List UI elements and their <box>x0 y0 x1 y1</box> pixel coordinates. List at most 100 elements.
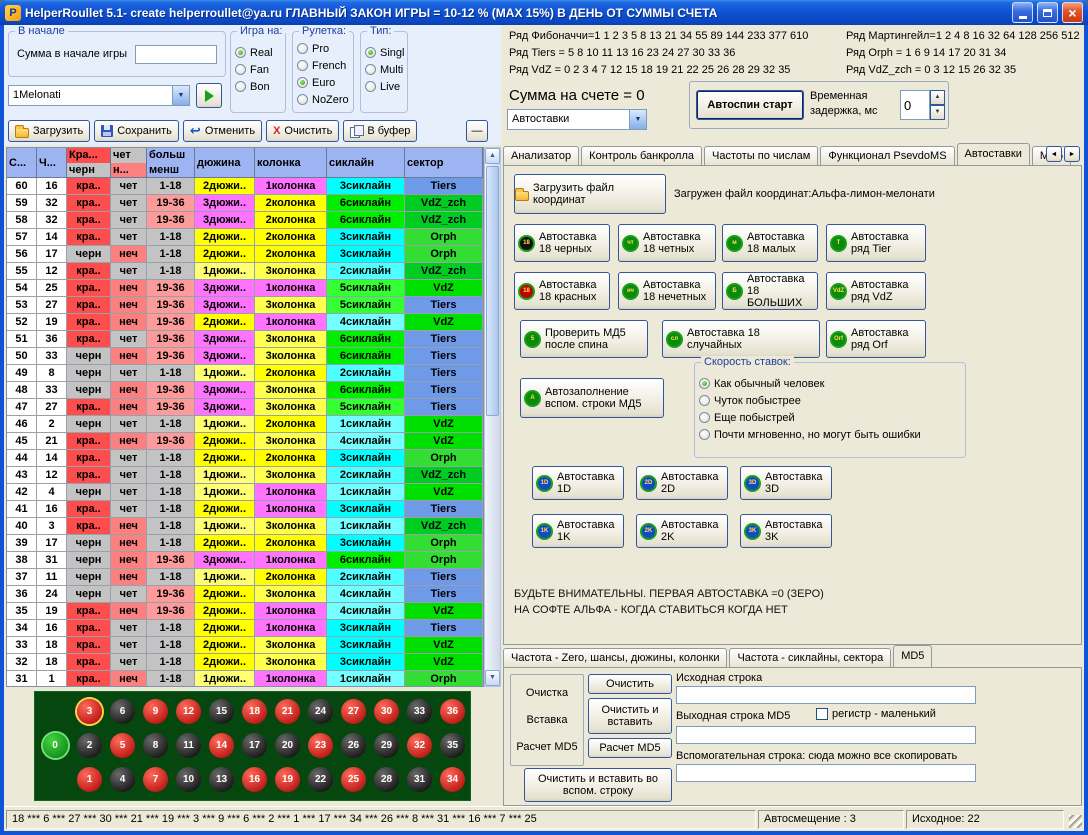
autobet-button[interactable]: ТАвтоставка ряд Tier <box>826 224 926 262</box>
vertical-scrollbar[interactable]: ▲ ▼ <box>484 147 501 687</box>
wheel-number-28[interactable]: 28 <box>374 767 399 792</box>
radio-option-4[interactable]: NoZero <box>293 91 353 108</box>
autobet-button[interactable]: 2KАвтоставка 2K <box>636 514 728 548</box>
radio-option-2[interactable]: French <box>293 57 353 74</box>
close-button[interactable]: × <box>1062 2 1083 23</box>
wheel-number-10[interactable]: 10 <box>176 767 201 792</box>
autobet-button[interactable]: VdZАвтоставка ряд VdZ <box>826 272 926 310</box>
wheel-number-27[interactable]: 27 <box>341 699 366 724</box>
wheel-number-8[interactable]: 8 <box>143 733 168 758</box>
wheel-number-31[interactable]: 31 <box>407 767 432 792</box>
wheel-number-9[interactable]: 9 <box>143 699 168 724</box>
wheel-number-0[interactable]: 0 <box>43 733 68 758</box>
toolbar-undo-button[interactable]: ↩Отменить <box>183 120 262 142</box>
autobet-button[interactable]: 2DАвтоставка 2D <box>636 466 728 500</box>
wheel-number-29[interactable]: 29 <box>374 733 399 758</box>
md5-clear-button[interactable]: Очистить <box>588 674 672 694</box>
autobet-button[interactable]: чтАвтоставка 18 четных <box>618 224 716 262</box>
radio-option-2[interactable]: Чуток побыстрее <box>695 392 965 409</box>
radio-option-3[interactable]: Live <box>361 78 407 95</box>
autobet-button[interactable]: 3KАвтоставка 3K <box>740 514 832 548</box>
tab-частоты-по-числам[interactable]: Частоты по числам <box>704 146 818 165</box>
chevron-down-icon[interactable]: ▼ <box>629 110 646 129</box>
md5-out-input[interactable] <box>676 726 976 744</box>
autofill-md5-button[interactable]: А Автозаполнение вспом. строки МД5 <box>520 378 664 418</box>
wheel-number-36[interactable]: 36 <box>440 699 465 724</box>
autobet-button[interactable]: БАвтоставка 18 БОЛЬШИХ <box>722 272 818 310</box>
radio-option-4[interactable]: Почти мгновенно, но могут быть ошибки <box>695 426 965 443</box>
wheel-number-21[interactable]: 21 <box>275 699 300 724</box>
autobet-button[interactable]: OrfАвтоставка ряд Orf <box>826 320 926 358</box>
radio-option-1[interactable]: Pro <box>293 40 353 57</box>
md5-source-input[interactable] <box>676 686 976 704</box>
autobet-button[interactable]: 3DАвтоставка 3D <box>740 466 832 500</box>
wheel-number-7[interactable]: 7 <box>143 767 168 792</box>
autobet-button[interactable]: нчАвтоставка 18 нечетных <box>618 272 716 310</box>
md5-clear-paste-button[interactable]: Очистить и вставить <box>588 698 672 734</box>
wheel-number-35[interactable]: 35 <box>440 733 465 758</box>
toolbar-save-button[interactable]: Сохранить <box>94 120 179 142</box>
autobet-button[interactable]: 5Проверить МД5 после спина <box>520 320 648 358</box>
wheel-number-13[interactable]: 13 <box>209 767 234 792</box>
load-coordinates-button[interactable]: Загрузить файл координат <box>514 174 666 214</box>
md5-aux-input[interactable] <box>676 764 976 782</box>
wheel-number-14[interactable]: 14 <box>209 733 234 758</box>
tab-автоставки[interactable]: Автоставки <box>957 143 1030 165</box>
autobet-button[interactable]: мАвтоставка 18 малых <box>722 224 818 262</box>
tab-частота-сиклайны-сектора[interactable]: Частота - сиклайны, сектора <box>729 648 891 667</box>
start-sum-input[interactable] <box>135 45 217 64</box>
minimize-button[interactable] <box>1012 2 1033 23</box>
radio-option-2[interactable]: Fan <box>231 61 285 78</box>
tab-анализатор[interactable]: Анализатор <box>503 146 579 165</box>
md5-paste-aux-button[interactable]: Очистить и вставить во вспом. строку <box>524 768 672 802</box>
wheel-number-22[interactable]: 22 <box>308 767 333 792</box>
delay-input[interactable] <box>900 90 930 120</box>
profile-combobox[interactable]: 1Melonati ▼ <box>8 85 190 106</box>
tab-scroll-right-button[interactable]: ► <box>1064 146 1080 162</box>
wheel-number-24[interactable]: 24 <box>308 699 333 724</box>
radio-option-3[interactable]: Bon <box>231 78 285 95</box>
play-button[interactable] <box>196 83 222 108</box>
scroll-thumb[interactable] <box>486 166 499 416</box>
wheel-number-30[interactable]: 30 <box>374 699 399 724</box>
wheel-number-4[interactable]: 4 <box>110 767 135 792</box>
wheel-number-2[interactable]: 2 <box>77 733 102 758</box>
wheel-number-5[interactable]: 5 <box>110 733 135 758</box>
wheel-number-17[interactable]: 17 <box>242 733 267 758</box>
wheel-number-15[interactable]: 15 <box>209 699 234 724</box>
wheel-number-19[interactable]: 19 <box>275 767 300 792</box>
wheel-number-12[interactable]: 12 <box>176 699 201 724</box>
scroll-up-button[interactable]: ▲ <box>485 148 500 164</box>
tab-функционал-psevdoms[interactable]: Функционал PsevdoMS <box>820 146 954 165</box>
register-checkbox[interactable] <box>816 708 828 720</box>
tab-контроль-банкролла[interactable]: Контроль банкролла <box>581 146 702 165</box>
wheel-number-6[interactable]: 6 <box>110 699 135 724</box>
wheel-number-23[interactable]: 23 <box>308 733 333 758</box>
chevron-down-icon[interactable]: ▼ <box>172 86 189 105</box>
tab-md5[interactable]: MD5 <box>893 645 932 667</box>
title-bar[interactable]: Р HelperRoullet 5.1- create helperroulle… <box>0 0 1088 25</box>
wheel-number-20[interactable]: 20 <box>275 733 300 758</box>
autobet-button[interactable]: 18Автоставка 18 красных <box>514 272 610 310</box>
autobet-button[interactable]: 1DАвтоставка 1D <box>532 466 624 500</box>
wheel-number-18[interactable]: 18 <box>242 699 267 724</box>
radio-option-2[interactable]: Multi <box>361 61 407 78</box>
autobet-button[interactable]: 1KАвтоставка 1K <box>532 514 624 548</box>
spin-down-button[interactable]: ▼ <box>930 105 945 120</box>
wheel-number-33[interactable]: 33 <box>407 699 432 724</box>
radio-option-1[interactable]: Singl <box>361 44 407 61</box>
autobet-button[interactable]: 18Автоставка 18 черных <box>514 224 610 262</box>
spin-up-button[interactable]: ▲ <box>930 90 945 105</box>
md5-calc-button[interactable]: Расчет MD5 <box>588 738 672 758</box>
wheel-number-25[interactable]: 25 <box>341 767 366 792</box>
tab-частота-zero-шансы-дюжины-колонки[interactable]: Частота - Zero, шансы, дюжины, колонки <box>503 648 727 667</box>
wheel-number-1[interactable]: 1 <box>77 767 102 792</box>
autobet-button[interactable]: слАвтоставка 18 случайных <box>662 320 820 358</box>
wheel-number-26[interactable]: 26 <box>341 733 366 758</box>
wheel-number-16[interactable]: 16 <box>242 767 267 792</box>
toolbar-folder-button[interactable]: Загрузить <box>8 120 90 142</box>
wheel-number-11[interactable]: 11 <box>176 733 201 758</box>
toolbar-copy-button[interactable]: В буфер <box>343 120 417 142</box>
tab-scroll-left-button[interactable]: ◄ <box>1046 146 1062 162</box>
resize-grip[interactable] <box>1069 815 1082 828</box>
